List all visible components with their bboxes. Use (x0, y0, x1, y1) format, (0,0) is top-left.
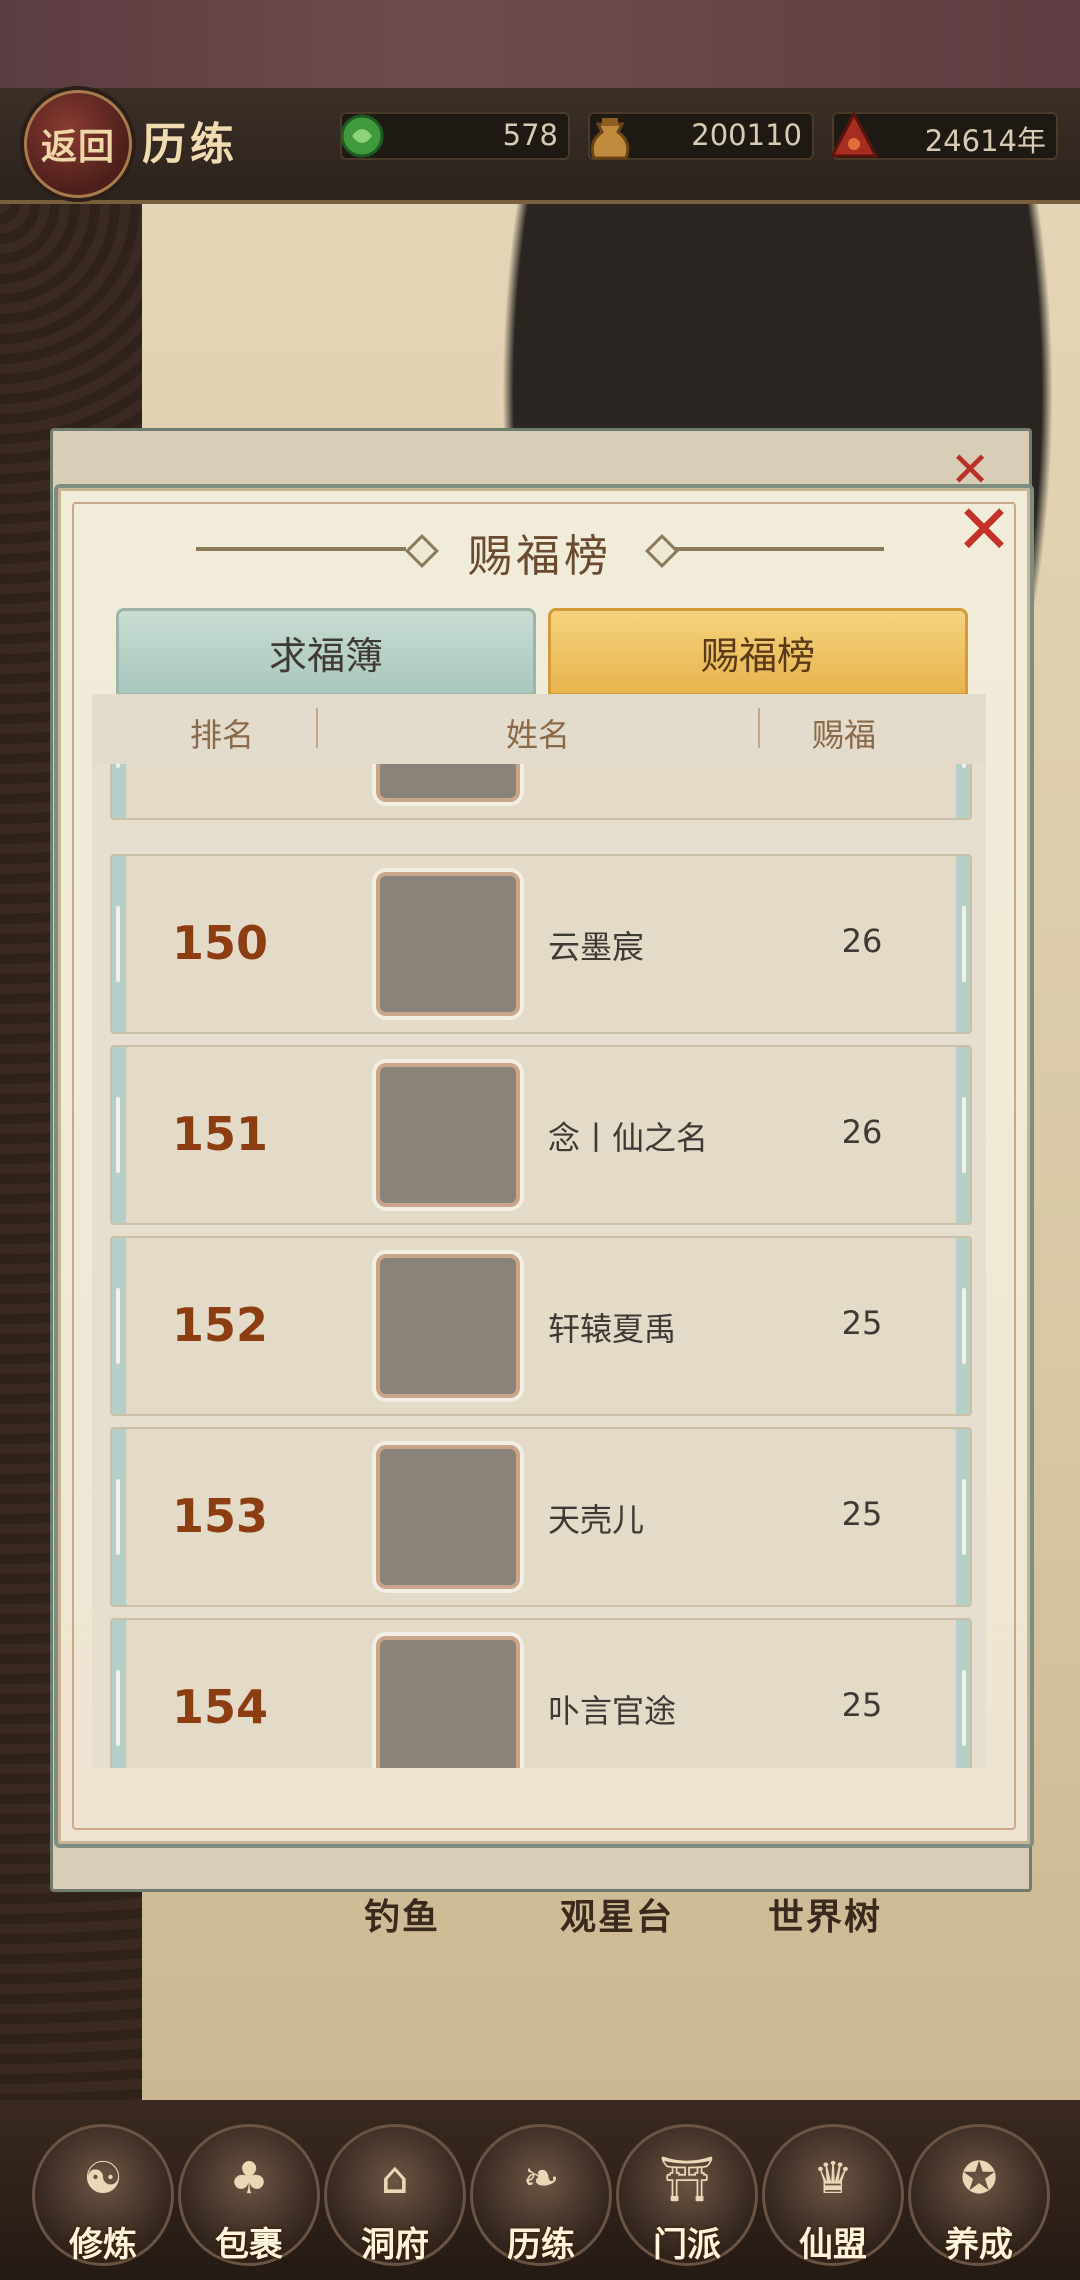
avatar (376, 764, 520, 802)
table-row-partial (110, 764, 972, 820)
back-button[interactable]: 返回 (24, 90, 132, 198)
resource-money: 200110 (588, 112, 814, 160)
resource-lifespan: 24614年 (829, 110, 1058, 160)
table-header: 排名 姓名 赐福 (92, 694, 986, 766)
nav-label: 包裹 (215, 2225, 283, 2265)
row-blessing-count: 26 (841, 1113, 883, 1151)
ranking-list[interactable]: 150 云墨宸 26 151 念丨仙之名 26 152 轩辕夏禹 25 153 … (92, 764, 986, 1768)
row-blessing-count: 26 (841, 922, 883, 960)
table-row[interactable]: 152 轩辕夏禹 25 (110, 1236, 972, 1416)
nav-cultivate[interactable]: ☯ 修炼 (32, 2124, 174, 2266)
back-label: 返回 (40, 127, 115, 168)
page-title: 历练 (142, 119, 238, 170)
avatar[interactable] (376, 1445, 520, 1589)
lifespan-value: 24614年 (924, 124, 1046, 158)
money-bag-icon (590, 118, 630, 160)
table-row[interactable]: 151 念丨仙之名 26 (110, 1045, 972, 1225)
row-rank: 152 (172, 1298, 269, 1352)
cave-palace-icon: ⌂ (381, 2153, 409, 2204)
row-player-name: 天壳儿 (548, 1501, 645, 1539)
cultivator-icon: ☯ (83, 2153, 123, 2204)
scene-label-stargazing[interactable]: 观星台 (560, 1888, 674, 1940)
nav-sect[interactable]: ⛩ 门派 (616, 2124, 758, 2266)
table-row[interactable]: 150 云墨宸 26 (110, 854, 972, 1034)
nav-trials[interactable]: ❧ 历练 (470, 2124, 612, 2266)
nav-alliance[interactable]: ♛ 仙盟 (762, 2124, 904, 2266)
row-blessing-count: 25 (841, 1304, 883, 1342)
scene-label-world-tree[interactable]: 世界树 (768, 1888, 882, 1940)
jade-coin-icon (340, 114, 384, 158)
row-blessing-count: 25 (841, 1686, 883, 1724)
sect-gate-icon: ⛩ (659, 2154, 715, 2205)
lifespan-icon (829, 110, 879, 158)
tab-prayer-book[interactable]: 求福簿 (116, 608, 536, 696)
avatar[interactable] (376, 1636, 520, 1768)
close-icon[interactable]: ✕ (948, 491, 1020, 570)
column-divider (316, 708, 318, 748)
money-value: 200110 (691, 118, 802, 152)
row-player-name: 念丨仙之名 (548, 1119, 709, 1157)
nav-label: 修炼 (69, 2225, 137, 2265)
pentagram-icon: ✪ (960, 2153, 998, 2204)
column-name: 姓名 (506, 716, 571, 754)
column-divider (758, 708, 760, 748)
resource-jade: 578 (340, 112, 570, 160)
column-rank: 排名 (190, 716, 255, 754)
row-rank: 150 (172, 916, 269, 970)
row-rank: 154 (172, 1680, 269, 1734)
row-blessing-count: 25 (841, 1495, 883, 1533)
row-player-name: 卟言官途 (548, 1692, 677, 1730)
avatar[interactable] (376, 1063, 520, 1207)
scroll-icon: ❧ (522, 2153, 560, 2204)
nav-bag[interactable]: ♣ 包裹 (178, 2124, 320, 2266)
nav-label: 洞府 (361, 2225, 429, 2265)
nav-develop[interactable]: ✪ 养成 (908, 2124, 1050, 2266)
scene-label-fishing[interactable]: 钓鱼 (364, 1888, 440, 1940)
dialog-title: 赐福榜 (468, 531, 612, 582)
nav-label: 养成 (945, 2225, 1013, 2265)
row-player-name: 云墨宸 (548, 928, 645, 966)
nav-label: 历练 (507, 2225, 575, 2265)
status-band (0, 0, 1080, 88)
table-row[interactable]: 153 天壳儿 25 (110, 1427, 972, 1607)
column-blessing: 赐福 (812, 716, 877, 754)
table-row[interactable]: 154 卟言官途 25 (110, 1618, 972, 1768)
avatar[interactable] (376, 872, 520, 1016)
nav-label: 仙盟 (799, 2225, 867, 2265)
tab-blessing-ranking[interactable]: 赐福榜 (548, 608, 968, 696)
jade-value: 578 (502, 118, 558, 152)
nav-cave-palace[interactable]: ⌂ 洞府 (324, 2124, 466, 2266)
row-rank: 151 (172, 1107, 269, 1161)
row-player-name: 轩辕夏禹 (548, 1310, 677, 1348)
row-rank: 153 (172, 1489, 269, 1543)
bag-icon: ♣ (229, 2153, 269, 2204)
avatar[interactable] (376, 1254, 520, 1398)
nav-label: 门派 (653, 2225, 721, 2265)
alliance-banner-icon: ♛ (813, 2153, 853, 2204)
